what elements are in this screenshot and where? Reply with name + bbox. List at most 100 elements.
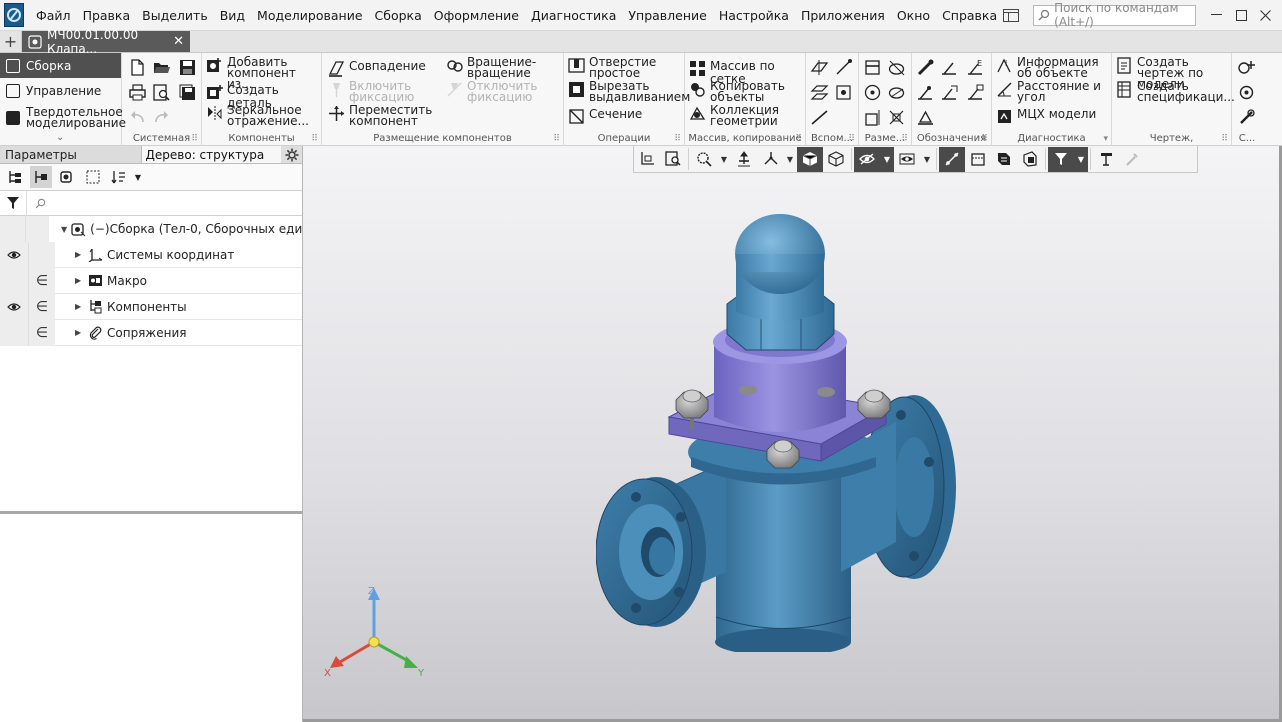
zoom-icon[interactable] <box>691 147 717 172</box>
radius-dim-icon[interactable] <box>863 83 882 102</box>
tolerance-icon[interactable] <box>966 83 985 102</box>
zoom-dropdown-icon[interactable]: ▼ <box>717 147 731 172</box>
perspective-icon[interactable] <box>991 147 1017 172</box>
leader-icon[interactable] <box>940 58 959 77</box>
print-icon[interactable] <box>128 83 147 102</box>
position-mark-icon[interactable] <box>940 83 959 102</box>
hide-icon[interactable] <box>854 146 880 172</box>
visibility-cell[interactable] <box>0 241 29 268</box>
roughness-icon[interactable] <box>916 58 935 77</box>
menu-window[interactable]: Окно <box>891 0 936 31</box>
geometry-collection-button[interactable]: Коллекция геометрии <box>689 104 804 127</box>
menu-view[interactable]: Вид <box>214 0 251 31</box>
tree-sort-icon[interactable]: ▼ <box>108 166 144 188</box>
section-view-icon[interactable] <box>965 147 991 172</box>
mode-management[interactable]: Управление <box>0 78 121 103</box>
fastener-icon[interactable] <box>1237 108 1256 127</box>
menu-design[interactable]: Оформление <box>428 0 525 31</box>
menu-diagnostics[interactable]: Диагностика <box>525 0 622 31</box>
move-component-button[interactable]: Переместить компонент <box>328 104 438 127</box>
app-logo-icon[interactable] <box>4 3 25 27</box>
tree-settings-icon[interactable] <box>281 146 302 163</box>
tree-components-icon[interactable] <box>56 166 78 188</box>
constraints-icon[interactable] <box>939 146 965 172</box>
add-standard-icon[interactable] <box>1237 58 1256 77</box>
menu-help[interactable]: Справка <box>936 0 1003 31</box>
base-mark-icon[interactable] <box>916 108 935 127</box>
rotate-icon[interactable] <box>757 147 783 172</box>
rotation-rotation-button[interactable]: Вращение-вращение <box>446 56 558 79</box>
menu-assembly[interactable]: Сборка <box>369 0 428 31</box>
menu-edit[interactable]: Правка <box>77 0 137 31</box>
new-file-icon[interactable] <box>128 58 147 77</box>
show-icon[interactable] <box>894 147 920 172</box>
menu-select[interactable]: Выделить <box>136 0 214 31</box>
menu-management[interactable]: Управление <box>622 0 712 31</box>
visibility-cell[interactable] <box>0 293 29 320</box>
mass-properties-button[interactable]: МЦХ модели <box>996 108 1110 125</box>
diameter-dim-icon[interactable] <box>887 58 906 77</box>
shaded-edges-icon[interactable] <box>797 146 823 172</box>
tree-build-order-icon[interactable] <box>30 166 52 188</box>
section-button[interactable]: Сечение <box>568 108 683 125</box>
offset-plane-icon[interactable] <box>810 83 829 102</box>
linear-dim-icon[interactable] <box>863 58 882 77</box>
minimize-button[interactable] <box>1204 0 1229 31</box>
height-dim-icon[interactable] <box>863 108 882 127</box>
axis-icon[interactable] <box>834 58 853 77</box>
distance-angle-button[interactable]: Расстояние и угол <box>996 80 1110 103</box>
disable-fix-button[interactable]: Отключить фиксацию <box>446 80 558 103</box>
tree-row-mates[interactable]: ∈ ▶ Сопряжения <box>0 319 302 346</box>
panel-layout-icon[interactable] <box>1003 8 1020 22</box>
3d-viewport[interactable]: ▼ ▼ ▼ ▼ ▼ Z X Y <box>303 146 1282 722</box>
selection-filter-icon[interactable] <box>1048 146 1074 172</box>
line-icon[interactable] <box>810 108 829 127</box>
pan-icon[interactable] <box>731 147 757 172</box>
tree-row-macro[interactable]: ∈ ▶ Макро <box>0 267 302 294</box>
tree-row-coordinate-systems[interactable]: ▶ Системы координат <box>0 241 302 268</box>
snap-icon[interactable] <box>1093 147 1119 172</box>
hide-dropdown-icon[interactable]: ▼ <box>880 146 894 172</box>
zoom-to-fit-icon[interactable] <box>660 147 686 172</box>
new-document-button[interactable]: + <box>0 31 22 52</box>
show-dropdown-icon[interactable]: ▼ <box>920 147 934 172</box>
filter-icon[interactable] <box>0 196 26 210</box>
angle-dim-icon[interactable] <box>887 83 906 102</box>
view-orientation-icon[interactable] <box>634 147 660 172</box>
menu-file[interactable]: Файл <box>30 0 77 31</box>
save-all-icon[interactable] <box>178 83 197 102</box>
maximize-button[interactable] <box>1229 0 1254 31</box>
hole-simple-button[interactable]: Отверстие простое <box>568 56 683 79</box>
command-search-input[interactable]: Поиск по командам (Alt+/) <box>1033 1 1197 29</box>
wireframe-icon[interactable] <box>823 147 849 172</box>
object-info-button[interactable]: i Информация об объекте <box>996 56 1110 79</box>
plane-icon[interactable] <box>810 58 829 77</box>
menu-modeling[interactable]: Моделирование <box>251 0 368 31</box>
copy-objects-button[interactable]: Копировать объекты <box>689 80 804 103</box>
expand-arrow-icon[interactable]: ▶ <box>75 328 83 337</box>
close-window-button[interactable] <box>1253 0 1278 31</box>
coincidence-button[interactable]: Совпадение <box>328 60 426 77</box>
tree-structure-icon[interactable] <box>4 166 26 188</box>
tab-tree-structure[interactable]: Дерево: структура <box>141 146 282 163</box>
point-icon[interactable] <box>834 83 853 102</box>
preview-icon[interactable] <box>152 83 171 102</box>
expand-arrow-icon[interactable]: ▼ <box>61 225 67 234</box>
undo-icon[interactable] <box>128 108 147 127</box>
close-tab-icon[interactable]: ✕ <box>173 34 184 49</box>
tab-parameters[interactable]: Параметры <box>0 146 142 163</box>
tree-select-icon[interactable] <box>82 166 104 188</box>
tree-row-components[interactable]: ∈ ▶ Компоненты <box>0 293 302 320</box>
mirror-button[interactable]: Зеркальное отражение... <box>206 104 320 127</box>
mode-assembly[interactable]: Сборка <box>0 53 121 78</box>
create-spec-button[interactable]: Создать спецификаци... <box>1116 80 1235 103</box>
weld-mark-icon[interactable] <box>916 83 935 102</box>
expand-arrow-icon[interactable]: ▶ <box>75 302 83 311</box>
mode-solid-modeling[interactable]: Твердотельное моделирование <box>0 103 126 133</box>
expand-arrow-icon[interactable]: ▶ <box>75 276 83 285</box>
text-leader-icon[interactable]: E <box>966 58 985 77</box>
auto-dim-icon[interactable] <box>887 108 906 127</box>
rotate-dropdown-icon[interactable]: ▼ <box>783 147 797 172</box>
cut-extrude-button[interactable]: Вырезать выдавливанием <box>568 80 690 103</box>
menu-applications[interactable]: Приложения <box>795 0 891 31</box>
